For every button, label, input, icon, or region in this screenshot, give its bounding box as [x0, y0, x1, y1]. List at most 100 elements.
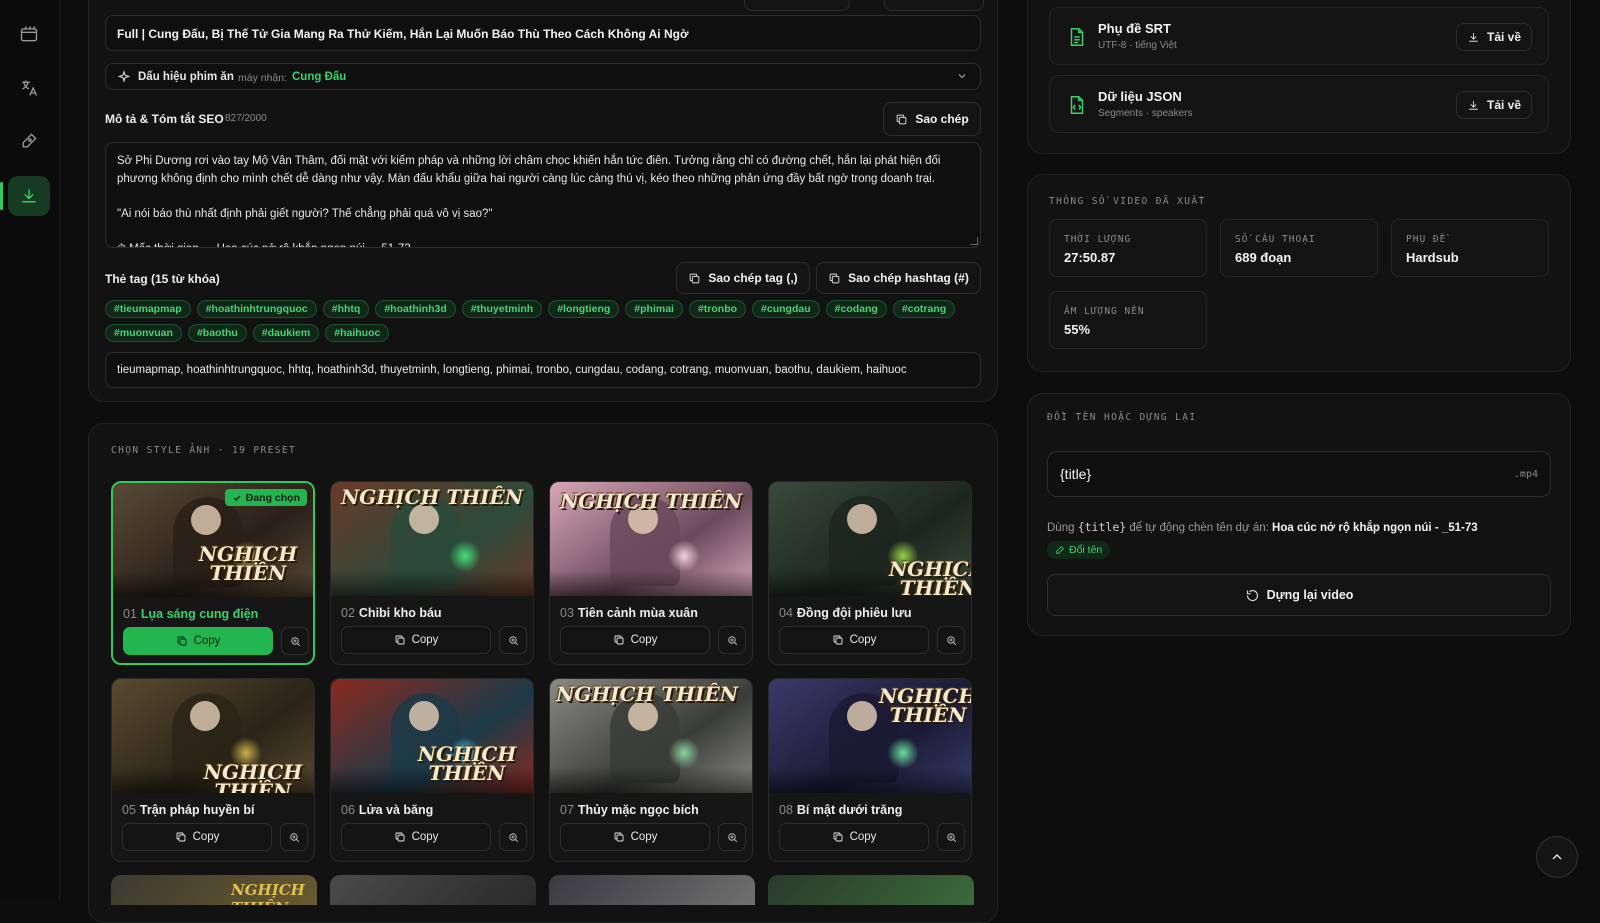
film-icon[interactable]: [8, 14, 50, 54]
seo-text: Sở Phi Dương rơi vào tay Mộ Vân Thâm, đố…: [117, 155, 941, 247]
preset-card-11-partial[interactable]: [549, 875, 755, 905]
copy-icon: [829, 273, 840, 283]
seo-copy-button[interactable]: Sao chép: [883, 102, 981, 136]
zoom-in-button[interactable]: [499, 626, 527, 654]
preset-copy-label: Copy: [630, 634, 658, 646]
seo-textarea[interactable]: Sở Phi Dương rơi vào tay Mộ Vân Thâm, đố…: [105, 142, 981, 248]
preset-card-04[interactable]: NGHỊCH THIÊN 04Đồng đội phiêu lưu Copy: [768, 481, 972, 665]
stats-header: THÔNG SỐ VIDEO ĐÃ XUẤT: [1049, 196, 1206, 207]
resize-handle[interactable]: [970, 237, 978, 245]
copy-hashtags-button[interactable]: Sao chép hashtag (#): [816, 262, 981, 294]
stat-value: 27:50.87: [1064, 250, 1116, 265]
tag-chip[interactable]: #cungdau: [752, 300, 820, 318]
preset-card-08[interactable]: NGHỊCH THIÊN 08 Bí mật dưới trăng Copy: [768, 678, 972, 862]
zoom-in-button[interactable]: [937, 626, 965, 654]
tag-chip[interactable]: #phimai: [625, 300, 683, 318]
preset-name: Lụa sáng cung điện: [140, 607, 259, 621]
preset-copy-button[interactable]: Copy: [341, 823, 491, 851]
preset-name: Lửa và băng: [358, 803, 434, 817]
help-prefix: Dùng: [1047, 522, 1075, 534]
preset-logo: NGHỊCH THIÊN: [560, 489, 743, 513]
copy-tags-button[interactable]: Sao chép tag (,): [676, 262, 810, 294]
scroll-top-button[interactable]: [1536, 836, 1578, 878]
preset-number: 01: [123, 607, 137, 621]
zoom-in-button[interactable]: [281, 627, 309, 655]
preset-card-05[interactable]: NGHỊCH THIÊN 05 Trận pháp huyền bí Copy: [111, 678, 315, 862]
tag-chip[interactable]: #thuyetminh: [461, 300, 543, 318]
zoom-in-button[interactable]: [499, 823, 527, 851]
tag-chip[interactable]: #muonvuan: [105, 324, 182, 342]
download-button[interactable]: Tải về: [1456, 23, 1532, 51]
preset-copy-button[interactable]: Copy: [341, 626, 491, 654]
zoom-in-icon: [508, 832, 518, 842]
zoom-in-button[interactable]: [718, 626, 746, 654]
preset-title: 08 Bí mật dưới trăng: [779, 803, 902, 817]
rename-chip[interactable]: Đổi tên: [1047, 541, 1111, 559]
rename-header: ĐỔI TÊN HOẶC DỰNG LẠI: [1047, 412, 1197, 423]
translate-icon[interactable]: [8, 68, 50, 108]
preset-copy-button[interactable]: Copy: [560, 626, 710, 654]
tag-chip[interactable]: #cotrang: [892, 300, 956, 318]
copy-icon: [614, 832, 624, 842]
preset-card-03[interactable]: NGHỊCH THIÊN 03 Tiên cảnh mùa xuân Copy: [549, 481, 753, 665]
tags-joined-field[interactable]: tieumapmap, hoathinhtrungquoc, hhtq, hoa…: [105, 352, 981, 388]
download-button[interactable]: Tải về: [1456, 91, 1532, 119]
zoom-in-icon: [290, 636, 300, 646]
tag-chip[interactable]: #hoathinhtrungquoc: [196, 300, 317, 318]
tag-chip[interactable]: #tronbo: [688, 300, 747, 318]
preset-copy-button[interactable]: Copy: [779, 626, 929, 654]
preset-name: Trận pháp huyền bí: [139, 803, 255, 817]
preset-thumbnail: NGHỊCH THIÊN: [331, 482, 533, 596]
preset-copy-button[interactable]: Copy: [560, 823, 710, 851]
preset-card-12-partial[interactable]: [768, 875, 974, 905]
tag-chip[interactable]: #baothu: [187, 324, 247, 342]
zoom-in-button[interactable]: [718, 823, 746, 851]
zoom-in-button[interactable]: [937, 823, 965, 851]
tag-chip[interactable]: #hoathinh3d: [375, 300, 456, 318]
rename-input-value: {title}: [1060, 466, 1092, 482]
preset-card-06[interactable]: NGHỊCH THIÊN 06 Lửa và băng Copy: [330, 678, 534, 862]
preset-copy-button[interactable]: Copy: [122, 823, 272, 851]
tag-chip[interactable]: #hhtq: [322, 300, 370, 318]
pen-icon[interactable]: [8, 121, 50, 161]
stat-key: PHỤ ĐỀ: [1406, 234, 1447, 245]
preset-copy-button[interactable]: Copy: [779, 823, 929, 851]
file-code-icon: [1066, 94, 1088, 116]
seo-count: 827/2000: [225, 113, 267, 124]
download-icon[interactable]: [8, 176, 50, 216]
tag-chip[interactable]: #tieumapmap: [105, 300, 191, 318]
rebuild-label: Dựng lại video: [1266, 588, 1354, 602]
preset-card-10-partial[interactable]: [330, 875, 536, 905]
preset-number: 02: [341, 606, 355, 620]
preset-copy-label: Copy: [411, 634, 439, 646]
preset-number: 08: [779, 803, 793, 817]
top-button-1[interactable]: [744, 0, 850, 11]
copy-tags-label: Sao chép tag (,): [708, 271, 798, 285]
signal-value: Cung Đấu: [292, 71, 347, 83]
download-subtitle: UTF-8 · tiếng Việt: [1098, 40, 1177, 51]
rebuild-video-button[interactable]: Dựng lại video: [1047, 574, 1551, 616]
preset-card-09-partial[interactable]: NGHỊCH THIÊN: [111, 875, 317, 905]
stat-key: ÂM LƯỢNG NỀN: [1064, 306, 1145, 317]
preset-card-01[interactable]: NGHỊCH THIÊN Đang chọn 01 Lụa sáng cung đ…: [111, 481, 315, 665]
rename-input[interactable]: {title} .mp4: [1047, 451, 1551, 497]
preset-title: 07 Thủy mặc ngọc bích: [560, 803, 699, 817]
preset-title: 06 Lửa và băng: [341, 803, 433, 817]
tag-chip[interactable]: #longtieng: [548, 300, 620, 318]
preset-logo: NGHỊCH THIÊN: [341, 485, 524, 509]
zoom-in-button[interactable]: [280, 823, 308, 851]
preset-thumbnail: NGHỊCH THIÊN Đang chọn: [113, 483, 313, 597]
title-field[interactable]: Full | Cung Đấu, Bị Thế Tử Gia Mang Ra T…: [105, 15, 981, 51]
stat-card: PHỤ ĐỀ Hardsub: [1391, 219, 1549, 277]
tag-chip[interactable]: #haihuoc: [325, 324, 390, 342]
preset-card-02[interactable]: NGHỊCH THIÊN 02 Chibi kho báu Copy: [330, 481, 534, 665]
tag-chip[interactable]: #codang: [825, 300, 887, 318]
tag-chip[interactable]: #daukiem: [252, 324, 320, 342]
stat-card: SỐ CÂU THOẠI 689 đoạn: [1220, 219, 1378, 277]
top-button-2[interactable]: [884, 0, 984, 11]
preset-copy-button[interactable]: Copy: [123, 627, 273, 655]
stat-key: THỜI LƯỢNG: [1064, 234, 1132, 245]
signal-dropdown[interactable]: Dấu hiệu phim ăn máy nhận: Cung Đấu: [105, 63, 981, 90]
preset-card-07[interactable]: NGHỊCH THIÊN 07 Thủy mặc ngọc bích Copy: [549, 678, 753, 862]
active-indicator: [0, 182, 3, 210]
